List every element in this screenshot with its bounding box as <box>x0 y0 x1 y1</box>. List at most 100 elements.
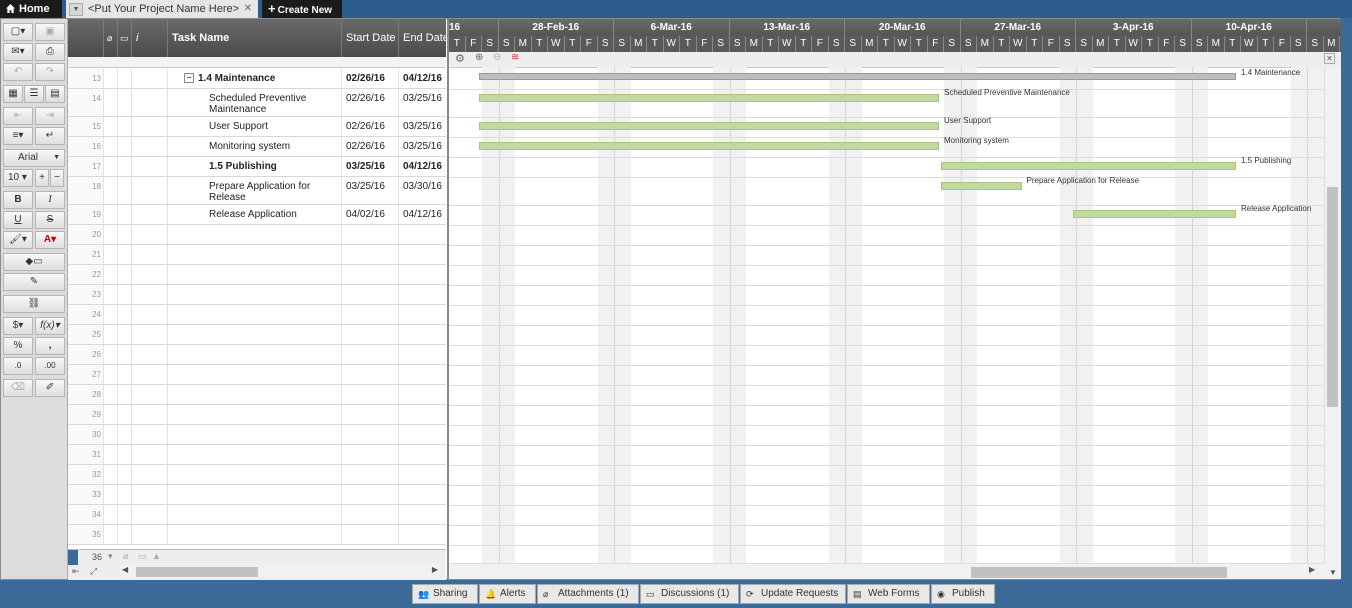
task-name-header[interactable]: Task Name <box>168 19 342 57</box>
bottom-tab-publish[interactable]: ◉ Publish <box>931 584 995 604</box>
format-painter-icon[interactable]: ✐ <box>35 379 65 397</box>
info-cell[interactable] <box>132 445 168 464</box>
task-name-cell[interactable] <box>168 445 342 464</box>
table-row[interactable]: 28 <box>68 385 446 405</box>
task-name-cell[interactable]: User Support <box>168 117 342 136</box>
end-date-cell[interactable] <box>399 225 446 244</box>
attachment-cell[interactable] <box>104 225 118 244</box>
info-cell[interactable] <box>132 285 168 304</box>
info-cell[interactable] <box>132 205 168 224</box>
fill-color-icon[interactable]: 🖌▾ <box>3 231 33 249</box>
start-date-cell[interactable] <box>342 265 399 284</box>
comment-cell[interactable] <box>118 225 132 244</box>
start-date-cell[interactable] <box>342 245 399 264</box>
attachment-cell[interactable] <box>104 285 118 304</box>
gantt-scroll-right-icon[interactable]: ▶ <box>1309 565 1315 574</box>
start-date-cell[interactable]: 04/02/16 <box>342 205 399 224</box>
comment-cell[interactable] <box>118 385 132 404</box>
end-date-cell[interactable] <box>399 525 446 544</box>
task-name-cell[interactable] <box>168 485 342 504</box>
task-name-cell[interactable] <box>168 225 342 244</box>
end-date-cell[interactable] <box>399 425 446 444</box>
table-row[interactable]: 20 <box>68 225 446 245</box>
info-cell[interactable] <box>132 465 168 484</box>
calendar-view-icon[interactable]: ▤ <box>45 85 65 103</box>
info-cell[interactable] <box>132 245 168 264</box>
comment-cell[interactable] <box>118 525 132 544</box>
gantt-vscroll[interactable]: ▼ <box>1324 67 1341 579</box>
end-date-cell[interactable] <box>399 405 446 424</box>
thousands-separator-icon[interactable]: , <box>35 337 65 355</box>
attachment-cell[interactable] <box>104 425 118 444</box>
outdent-icon[interactable]: ⇤ <box>3 107 33 125</box>
task-name-cell[interactable]: Monitoring system <box>168 137 342 156</box>
alert-footer-icon[interactable]: ▲ <box>152 551 161 561</box>
formula-icon[interactable]: f(x)▾ <box>35 317 65 335</box>
table-row[interactable]: 33 <box>68 485 446 505</box>
end-date-cell[interactable] <box>399 265 446 284</box>
comment-cell[interactable] <box>118 89 132 116</box>
table-row[interactable]: 13−1.4 Maintenance 02/26/16 04/12/16 <box>68 69 446 89</box>
attachment-cell[interactable] <box>104 465 118 484</box>
hyperlink-icon[interactable]: ⛓ <box>3 295 65 313</box>
clear-format-icon[interactable]: ⌫ <box>3 379 33 397</box>
task-name-cell[interactable]: Release Application <box>168 205 342 224</box>
info-cell[interactable] <box>132 177 168 204</box>
grid-hscroll[interactable]: ◀ ▶ <box>120 565 440 578</box>
grid-view-icon[interactable]: ▦ <box>3 85 23 103</box>
info-cell[interactable] <box>132 69 168 88</box>
bold-icon[interactable]: B <box>3 191 33 209</box>
table-row[interactable]: 34 <box>68 505 446 525</box>
task-name-cell[interactable] <box>168 465 342 484</box>
info-cell[interactable] <box>132 325 168 344</box>
start-date-cell[interactable] <box>342 225 399 244</box>
attachment-cell[interactable] <box>104 385 118 404</box>
attachment-cell[interactable] <box>104 89 118 116</box>
scroll-left-icon[interactable]: ◀ <box>122 565 128 574</box>
info-cell[interactable] <box>132 345 168 364</box>
conditional-format-icon[interactable]: ◆▭ <box>3 253 65 271</box>
home-tab[interactable]: Home <box>0 0 62 18</box>
attachment-cell[interactable] <box>104 325 118 344</box>
start-date-cell[interactable] <box>342 505 399 524</box>
zoom-out-icon[interactable]: ⊖ <box>493 52 501 63</box>
table-row[interactable]: 32 <box>68 465 446 485</box>
start-date-cell[interactable] <box>342 365 399 384</box>
end-date-cell[interactable] <box>399 285 446 304</box>
end-date-cell[interactable]: 03/30/16 <box>399 177 446 204</box>
summary-bar[interactable] <box>478 73 1236 80</box>
attachment-cell[interactable] <box>104 245 118 264</box>
attachment-cell[interactable] <box>104 485 118 504</box>
comment-cell[interactable] <box>118 117 132 136</box>
start-date-cell[interactable] <box>342 325 399 344</box>
comment-cell[interactable] <box>118 157 132 176</box>
attachment-col-icon[interactable]: ⌀ <box>104 19 118 57</box>
bottom-tab-web-forms[interactable]: ▤ Web Forms <box>847 584 930 604</box>
end-date-cell[interactable]: 04/12/16 <box>399 69 446 88</box>
table-row[interactable]: 25 <box>68 325 446 345</box>
end-date-cell[interactable] <box>399 245 446 264</box>
table-row[interactable]: 27 <box>68 365 446 385</box>
critical-path-icon[interactable]: ≋ <box>511 52 519 63</box>
table-row[interactable]: 24 <box>68 305 446 325</box>
attachment-cell[interactable] <box>104 265 118 284</box>
tab-menu-dropdown[interactable]: ▼ <box>69 3 83 16</box>
gantt-view-icon[interactable]: ☰ <box>24 85 44 103</box>
currency-icon[interactable]: $▾ <box>3 317 33 335</box>
comment-cell[interactable] <box>118 405 132 424</box>
gantt-hscroll-thumb[interactable] <box>971 567 1227 578</box>
info-cell[interactable] <box>132 225 168 244</box>
start-date-cell[interactable]: 02/26/16 <box>342 69 399 88</box>
end-date-cell[interactable] <box>399 385 446 404</box>
end-date-cell[interactable]: 04/12/16 <box>399 205 446 224</box>
start-date-cell[interactable]: 02/26/16 <box>342 89 399 116</box>
info-cell[interactable] <box>132 305 168 324</box>
comment-cell[interactable] <box>118 445 132 464</box>
comment-cell[interactable] <box>118 205 132 224</box>
bottom-tab-discussions[interactable]: ▭ Discussions (1) <box>640 584 739 604</box>
task-name-cell[interactable] <box>168 305 342 324</box>
start-date-cell[interactable] <box>342 445 399 464</box>
task-name-cell[interactable] <box>168 385 342 404</box>
redo-icon[interactable]: ↷ <box>35 63 65 81</box>
task-name-cell[interactable] <box>168 525 342 544</box>
